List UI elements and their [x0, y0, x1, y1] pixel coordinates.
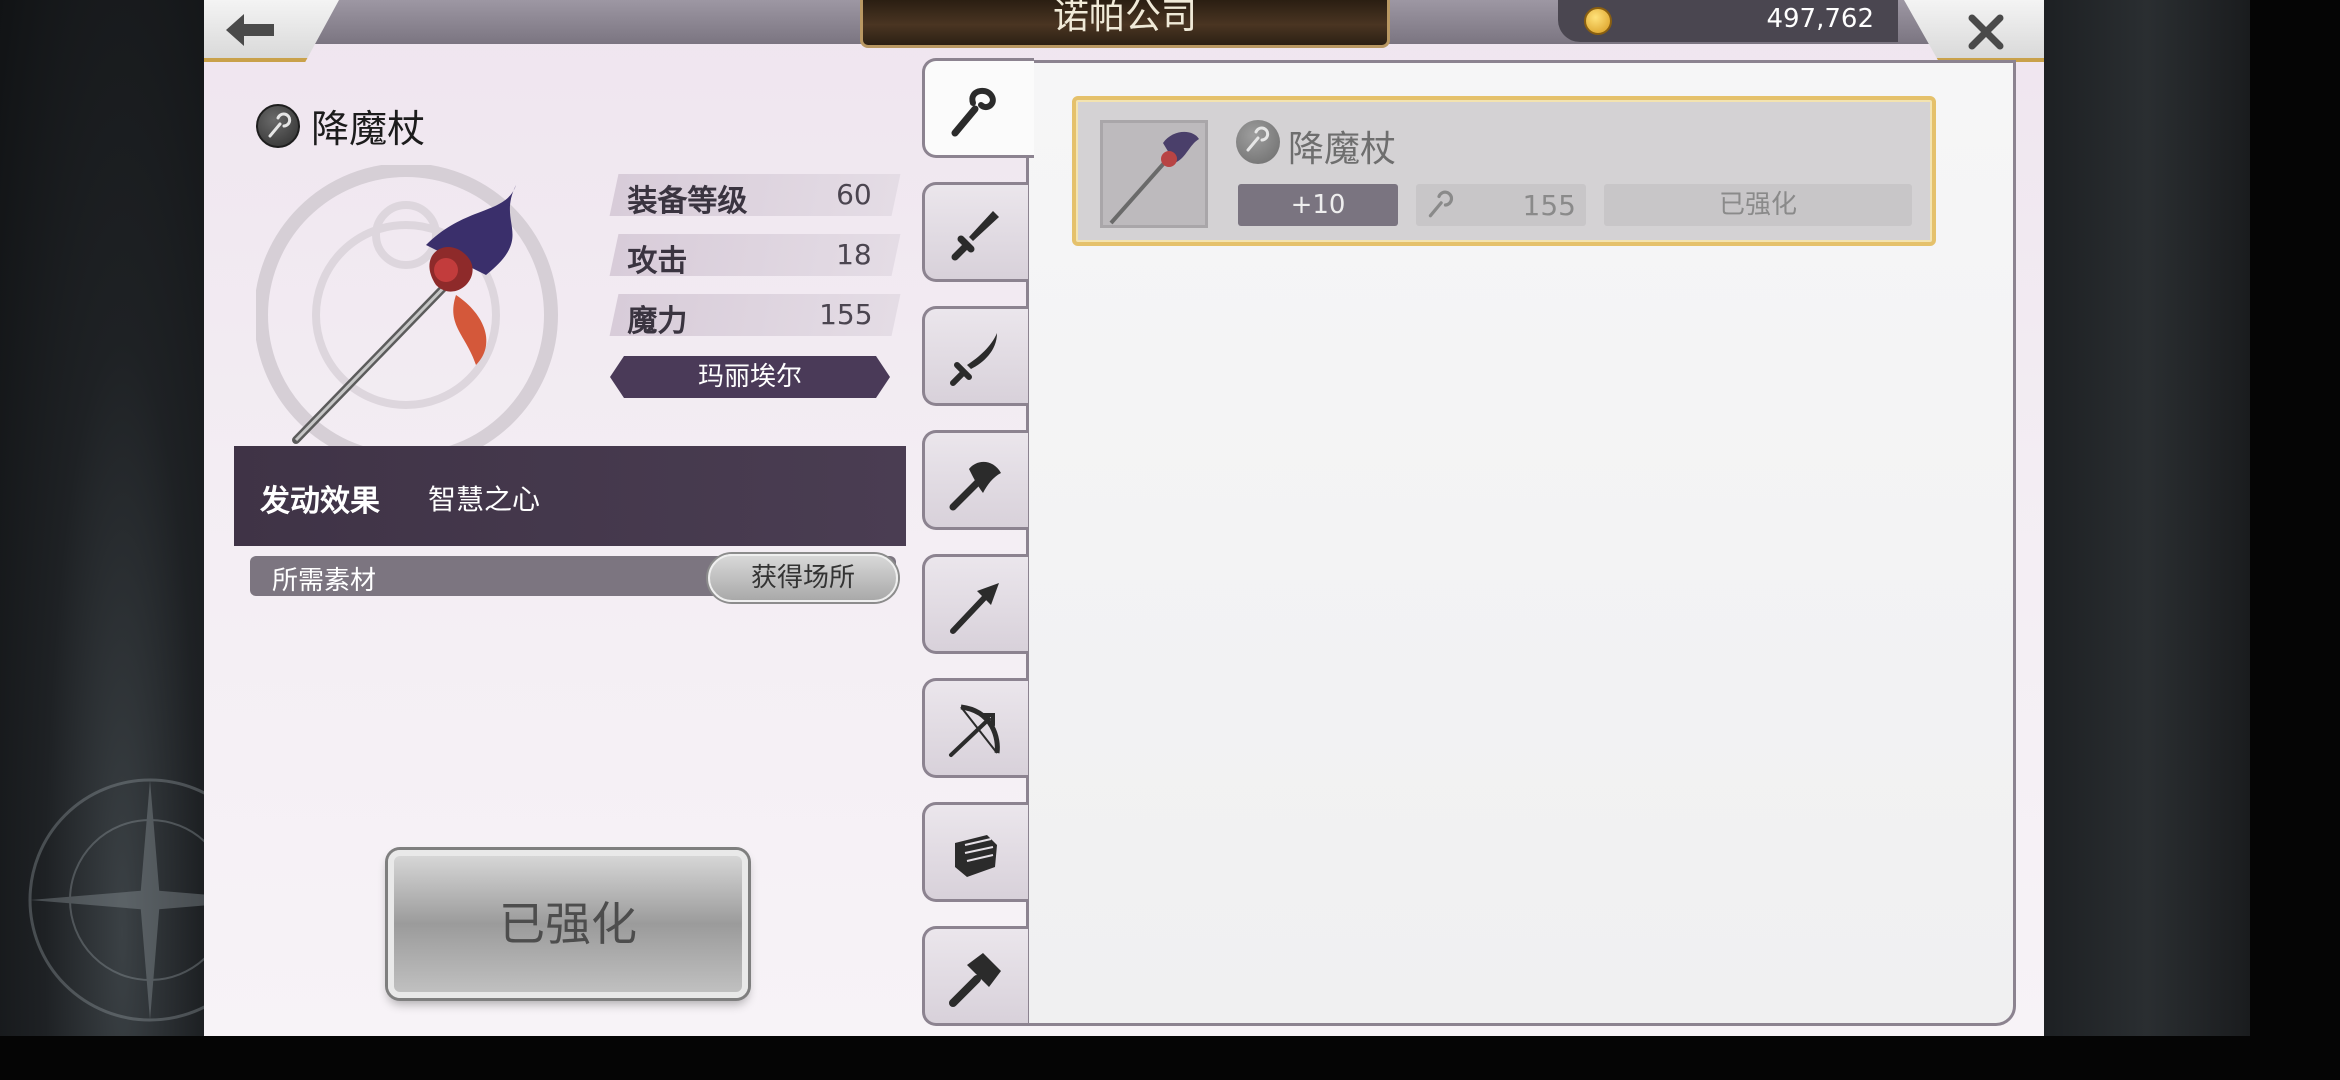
effect-label: 发动效果 — [260, 484, 380, 519]
shop-title: 诺帕公司 — [1052, 0, 1197, 37]
enhanced-button-label: 已强化 — [499, 897, 637, 951]
staff-weapon-image — [1109, 131, 1199, 225]
currency-display: 497,762 — [1558, 0, 1898, 42]
list-item[interactable]: 降魔杖 +10 155 已强化 — [1072, 96, 1936, 246]
back-arrow-icon — [226, 14, 274, 46]
stat-value: 60 — [836, 178, 873, 211]
staff-icon — [1428, 190, 1454, 218]
stat-value: 155 — [818, 298, 873, 331]
item-status-badge: 已强化 — [1604, 184, 1912, 226]
staff-icon — [951, 87, 996, 137]
emblem-decoration-icon — [28, 778, 204, 1022]
back-button[interactable] — [204, 0, 339, 62]
item-level-value: +10 — [1290, 190, 1346, 220]
left-background — [0, 0, 204, 1036]
weapon-image — [256, 165, 558, 455]
tab-spear[interactable] — [922, 554, 1028, 654]
fist-icon — [955, 835, 997, 877]
right-edge — [2250, 0, 2340, 1036]
character-tag: 玛丽埃尔 — [610, 356, 890, 398]
character-name: 玛丽埃尔 — [697, 362, 802, 392]
main-panel: 诺帕公司 497,762 降魔杖 装备等级 60 攻击 18 魔力 155 玛丽… — [204, 0, 2044, 1036]
item-magic-stat: 155 — [1416, 184, 1586, 226]
stat-value: 18 — [836, 238, 873, 271]
close-button[interactable] — [1904, 0, 2044, 62]
tab-sword[interactable] — [922, 182, 1028, 282]
item-status-label: 已强化 — [1718, 190, 1797, 220]
hammer-icon — [949, 953, 1001, 1007]
materials-label: 所需素材 — [272, 566, 377, 596]
bow-icon — [949, 704, 1000, 757]
tab-blade[interactable] — [922, 306, 1028, 406]
stat-equip-level: 装备等级 60 — [609, 174, 901, 219]
tab-axe[interactable] — [922, 430, 1028, 530]
close-icon — [1968, 14, 2004, 50]
effect-value: 智慧之心 — [428, 483, 541, 516]
tab-staff[interactable] — [922, 58, 1034, 158]
axe-icon — [949, 461, 1001, 511]
stat-label: 魔力 — [627, 304, 688, 339]
right-background — [2044, 0, 2250, 1036]
tab-fist[interactable] — [922, 802, 1028, 902]
stat-attack: 攻击 18 — [609, 234, 901, 279]
bottom-edge — [0, 1036, 2340, 1080]
item-name: 降魔杖 — [1288, 129, 1397, 170]
obtain-location-button[interactable]: 获得场所 — [708, 554, 898, 602]
weapon-name: 降魔杖 — [311, 107, 426, 151]
weapon-header: 降魔杖 — [256, 98, 425, 151]
enhanced-button[interactable]: 已强化 — [388, 850, 748, 998]
staff-type-icon — [1236, 120, 1280, 164]
spear-icon — [950, 583, 999, 634]
gil-coin-icon — [1584, 7, 1612, 35]
stat-label: 攻击 — [627, 244, 688, 279]
obtain-location-label: 获得场所 — [750, 563, 855, 593]
shop-title-frame: 诺帕公司 — [860, 0, 1390, 48]
tab-bow[interactable] — [922, 678, 1028, 778]
item-thumbnail — [1100, 120, 1208, 228]
blade-icon — [950, 333, 997, 386]
item-level: +10 — [1238, 184, 1398, 226]
tab-hammer[interactable] — [922, 926, 1028, 1026]
currency-value: 497,762 — [1766, 4, 1874, 34]
effect-bar: 发动效果 智慧之心 — [234, 446, 906, 546]
sword-icon — [951, 211, 999, 261]
stat-label: 装备等级 — [627, 184, 748, 219]
stat-magic: 魔力 155 — [609, 294, 901, 339]
item-magic-value: 155 — [1522, 189, 1576, 222]
staff-type-icon — [256, 103, 300, 148]
